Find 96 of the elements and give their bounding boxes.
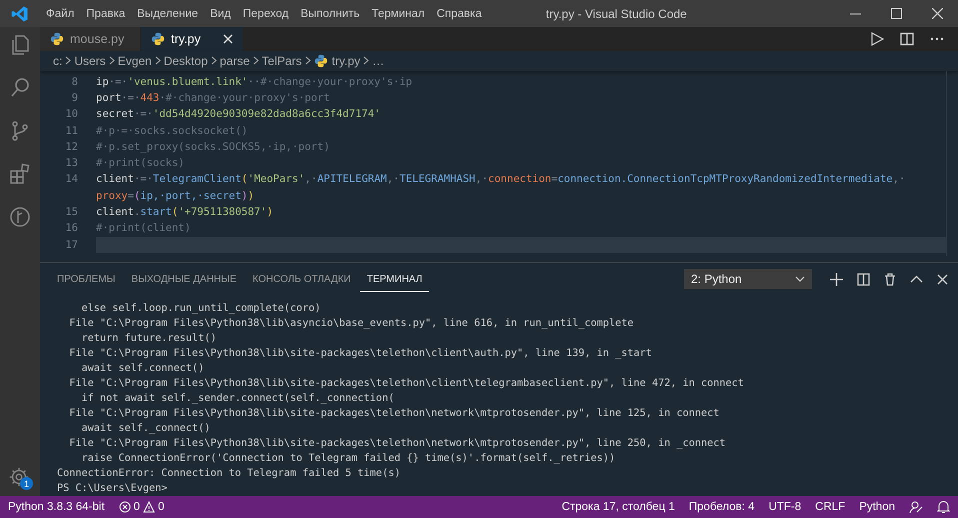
code-line: client·=·TelegramClient('MeoPars',·APITELEGRAM,·TELEGRAMHASH,·connection=connection.ConnectionTcpMTProxyRandomizedIntermediate,· (96, 172, 906, 188)
code-line: ip·=·'venus.bluemt.link'··#·change·your·proxy's·ip (96, 74, 414, 90)
code-line: #·p·=·socks.socksocket() (96, 124, 249, 139)
encoding[interactable]: UTF-8 (768, 501, 802, 513)
terminal-line: File "C:\Program Files\Python38\lib\site-packages\telethon\network\mtprotosender.py", line 250, in _connect (68, 437, 727, 452)
line-number: 14 (64, 172, 79, 188)
warning-icon[interactable] (142, 501, 155, 513)
menu-item[interactable]: Выделение (131, 8, 204, 20)
line-ending[interactable]: CRLF (815, 501, 846, 513)
extensions-icon[interactable] (8, 162, 32, 186)
breadcrumb-item[interactable]: TelPars (262, 54, 302, 68)
line-number: 13 (64, 156, 79, 172)
terminal-line: if not await self._sender.connect(self._connection( (80, 392, 396, 406)
line-number: 8 (70, 74, 79, 90)
python-file-icon (151, 32, 165, 46)
more-icon[interactable] (930, 37, 944, 42)
terminal-line: await self.connect() (80, 362, 206, 376)
python-file-icon (314, 54, 328, 68)
terminal-line: raise ConnectionError('Connection to Telegram failed {} time(s)'.format(self._retries)) (80, 452, 616, 466)
terminal-dropdown[interactable]: 2: Python (684, 269, 812, 290)
chevron-icon (65, 56, 72, 66)
terminal-line: else self.loop.run_until_complete(coro) (80, 302, 322, 316)
breadcrumb-item[interactable]: Users (74, 54, 106, 68)
code-line: proxy=(ip,·port,·secret)) (96, 188, 256, 204)
settings-icon[interactable] (8, 466, 30, 488)
run-icon[interactable] (870, 32, 884, 46)
chevron-icon (252, 56, 259, 66)
warning-count[interactable]: 0 (158, 501, 164, 513)
notification-badge: 1 (20, 477, 33, 490)
editor-tab[interactable]: mouse.py (40, 27, 141, 52)
chevron-down-icon (795, 276, 805, 282)
app-logo-icon (11, 4, 29, 22)
chevron-icon (154, 56, 161, 66)
terminal-line: await self._connect() (80, 422, 212, 436)
chevron-icon (363, 56, 370, 66)
code-line: port·=·443·#·change·your·proxy's·port (96, 90, 331, 106)
feedback-icon[interactable] (909, 500, 923, 514)
menu-item[interactable]: Вид (204, 8, 237, 20)
error-count[interactable]: 0 (134, 501, 140, 513)
code-line: #·print(socks) (96, 156, 186, 172)
chevron-icon (304, 56, 311, 66)
terminal-line: File "C:\Program Files\Python38\lib\asyncio\base_events.py", line 616, in run_until_complete (68, 317, 635, 332)
python-interpreter[interactable]: Python 3.8.3 64-bit (8, 501, 105, 513)
breadcrumb-item[interactable]: … (372, 54, 384, 68)
terminal-line: File "C:\Program Files\Python38\lib\site-packages\telethon\client\telegrambaseclient.py", line 472, in connect (68, 377, 745, 392)
bell-icon[interactable] (937, 500, 950, 514)
line-number: 10 (64, 107, 79, 122)
breadcrumb-item[interactable]: c: (53, 54, 62, 68)
panel-tab[interactable]: КОНСОЛЬ ОТЛАДКИ (246, 266, 358, 292)
line-number: 17 (64, 238, 79, 253)
terminal-line: ConnectionError: Connection to Telegram failed 5 time(s) (57, 467, 402, 482)
python-file-icon (50, 32, 64, 46)
menu-item[interactable]: Выполнить (294, 8, 366, 20)
window-title: try.py - Visual Studio Code (546, 6, 687, 20)
line-number: 15 (64, 205, 79, 220)
chevron-icon (108, 56, 115, 66)
close-icon[interactable] (223, 34, 233, 44)
indentation[interactable]: Пробелов: 4 (688, 501, 755, 513)
editor-tab[interactable]: try.py (141, 27, 244, 52)
split-editor-icon[interactable] (900, 32, 914, 46)
code-line: client.start('+79511380587') (96, 205, 274, 220)
chevron-icon (210, 56, 217, 66)
breadcrumb-item[interactable]: Desktop (164, 54, 208, 68)
terminal-line: PS C:\Users\Evgen> (57, 482, 168, 496)
close-icon[interactable] (932, 8, 943, 19)
menu-item[interactable]: Терминал (366, 8, 431, 20)
error-icon[interactable] (118, 501, 131, 513)
line-number: 11 (64, 124, 79, 139)
menu-item[interactable]: Переход (236, 8, 295, 20)
code-line: secret·=·'dd54d4920e90309e82dad8a6cc3f4d7174' (96, 107, 382, 122)
code-line: #·print(client) (96, 221, 192, 236)
breadcrumb-item[interactable]: Evgen (118, 54, 152, 68)
menu-item[interactable]: Правка (80, 8, 132, 20)
breadcrumb-item[interactable]: try.py (314, 54, 360, 68)
chevron-up-icon[interactable] (910, 275, 923, 284)
line-number: 12 (64, 140, 79, 155)
line-number: 16 (64, 221, 79, 236)
language-mode[interactable]: Python (859, 501, 895, 513)
panel-tab[interactable]: ПРОБЛЕМЫ (50, 266, 122, 292)
maximize-icon[interactable] (891, 8, 902, 19)
terminal-line: File "C:\Program Files\Python38\lib\site-packages\telethon\client\auth.py", line 139, in _start (68, 347, 653, 362)
menu-item[interactable]: Файл (40, 8, 80, 20)
split-terminal-icon[interactable] (857, 272, 870, 286)
menu-item[interactable]: Справка (430, 8, 488, 20)
close-icon[interactable] (937, 274, 948, 285)
trash-icon[interactable] (884, 272, 896, 286)
terminal-line: File "C:\Program Files\Python38\lib\site-packages\telethon\network\mtprotosender.py", line 125, in connect (68, 407, 720, 422)
line-number: 9 (70, 90, 79, 106)
cursor-position[interactable]: Строка 17, столбец 1 (562, 501, 675, 513)
terminal-line: return future.result() (80, 332, 218, 346)
git-graph-icon[interactable] (8, 205, 32, 229)
code-line: #·p.set_proxy(socks.SOCKS5,·ip,·port) (96, 140, 331, 155)
panel-tab[interactable]: ВЫХОДНЫЕ ДАННЫЕ (124, 266, 244, 292)
breadcrumb-item[interactable]: parse (220, 54, 250, 68)
plus-icon[interactable] (830, 272, 843, 286)
panel-tab[interactable]: ТЕРМИНАЛ (360, 266, 430, 292)
